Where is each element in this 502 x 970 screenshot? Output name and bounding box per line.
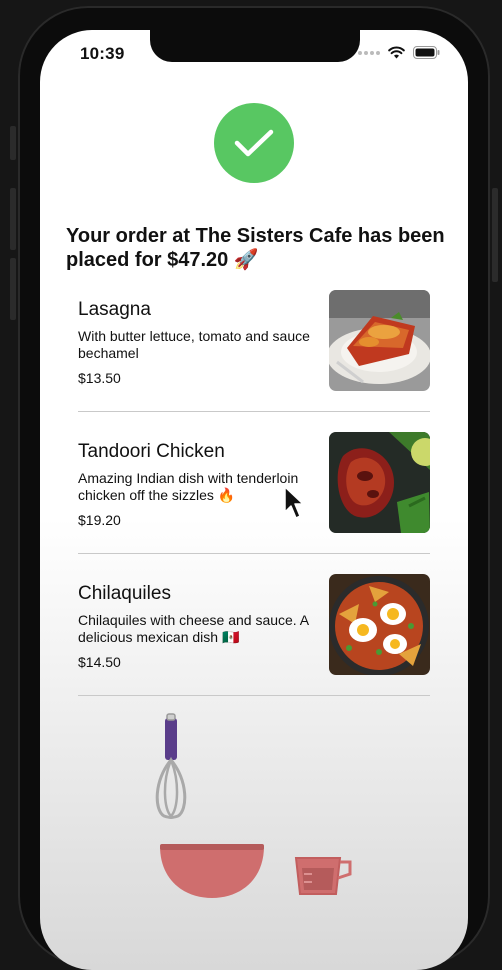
order-success-badge xyxy=(214,103,294,183)
status-time: 10:39 xyxy=(80,44,125,63)
notch xyxy=(150,30,360,62)
item-description: With butter lettuce, tomato and sauce be… xyxy=(78,328,310,361)
item-price: $14.50 xyxy=(78,654,121,670)
mute-switch xyxy=(10,126,16,160)
cellular-signal-icon xyxy=(358,50,380,55)
kitchen-illustration xyxy=(155,713,352,898)
status-icons xyxy=(358,46,440,59)
item-divider xyxy=(78,411,430,412)
bowl-icon xyxy=(160,844,264,898)
order-item[interactable]: Chilaquiles Chilaquiles with cheese and … xyxy=(78,574,430,724)
item-price: $13.50 xyxy=(78,370,121,386)
measuring-cup-icon xyxy=(294,857,352,895)
tandoori-chicken-photo xyxy=(329,432,430,533)
volume-down-button xyxy=(10,258,16,320)
item-name: Lasagna xyxy=(78,299,151,320)
item-price: $19.20 xyxy=(78,512,121,528)
power-button xyxy=(492,188,498,282)
order-item[interactable]: Lasagna With butter lettuce, tomato and … xyxy=(78,290,430,440)
mouse-pointer-icon xyxy=(284,486,304,519)
chilaquiles-photo xyxy=(329,574,430,675)
whisk-icon xyxy=(155,713,187,819)
wifi-icon xyxy=(388,46,405,59)
battery-icon xyxy=(413,46,440,59)
order-confirmation-headline: Your order at The Sisters Cafe has been … xyxy=(66,225,445,271)
item-divider xyxy=(78,553,430,554)
volume-up-button xyxy=(10,188,16,250)
item-name: Chilaquiles xyxy=(78,583,171,604)
order-item[interactable]: Tandoori Chicken Amazing Indian dish wit… xyxy=(78,432,430,582)
lasagna-photo xyxy=(329,290,430,391)
app-screen: 10:39 Your order at The Sisters Cafe has… xyxy=(40,30,468,970)
item-divider xyxy=(78,695,430,696)
item-description: Chilaquiles with cheese and sauce. A del… xyxy=(78,612,309,645)
checkmark-icon xyxy=(234,129,274,157)
item-name: Tandoori Chicken xyxy=(78,441,225,462)
item-description: Amazing Indian dish with tenderloin chic… xyxy=(78,470,299,503)
